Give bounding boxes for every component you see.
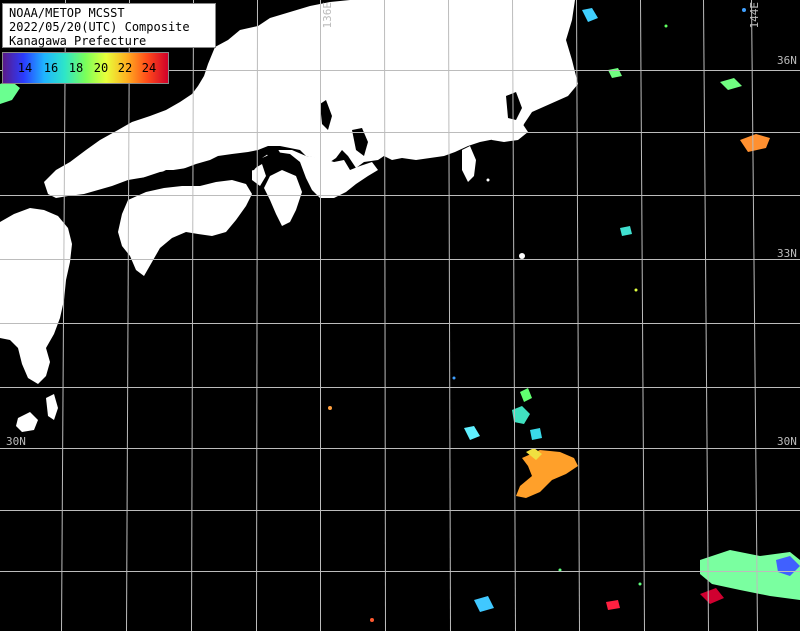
land-izu-islet — [486, 178, 490, 182]
sst-map — [0, 0, 800, 631]
legend-tick: 14 — [17, 61, 33, 75]
sst-dot-orange — [328, 406, 332, 410]
lat-label-33n: 33N — [777, 247, 797, 260]
lat-label-36n: 36N — [777, 54, 797, 67]
sst-dot-green3 — [638, 582, 642, 586]
sst-dot-green — [664, 24, 668, 28]
sst-dot-blue — [452, 376, 456, 380]
legend-tick: 24 — [141, 61, 157, 75]
legend-tick: 18 — [68, 61, 84, 75]
temperature-legend: 14 16 18 20 22 24 — [2, 52, 169, 84]
title-box: NOAA/METOP MCSST 2022/05/20(UTC) Composi… — [2, 3, 216, 48]
legend-tick: 16 — [43, 61, 59, 75]
lon-label-136e: 136E — [321, 2, 334, 29]
title-line-3: Kanagawa Prefecture — [9, 34, 147, 48]
legend-tick: 20 — [93, 61, 109, 75]
sst-cluster-cyan3 — [530, 428, 542, 440]
title-line-2: 2022/05/20(UTC) Composite — [9, 20, 190, 34]
lat-label-30n-right: 30N — [777, 435, 797, 448]
title-line-1: NOAA/METOP MCSST — [9, 6, 125, 20]
sst-dot-yellow — [634, 288, 638, 292]
lat-label-30n-left: 30N — [6, 435, 26, 448]
sst-dot-blue2 — [742, 8, 746, 12]
land-hachijojima — [519, 253, 525, 259]
sst-dot-red — [370, 618, 374, 622]
legend-tick: 22 — [117, 61, 133, 75]
lon-label-144e: 144E — [748, 2, 761, 29]
